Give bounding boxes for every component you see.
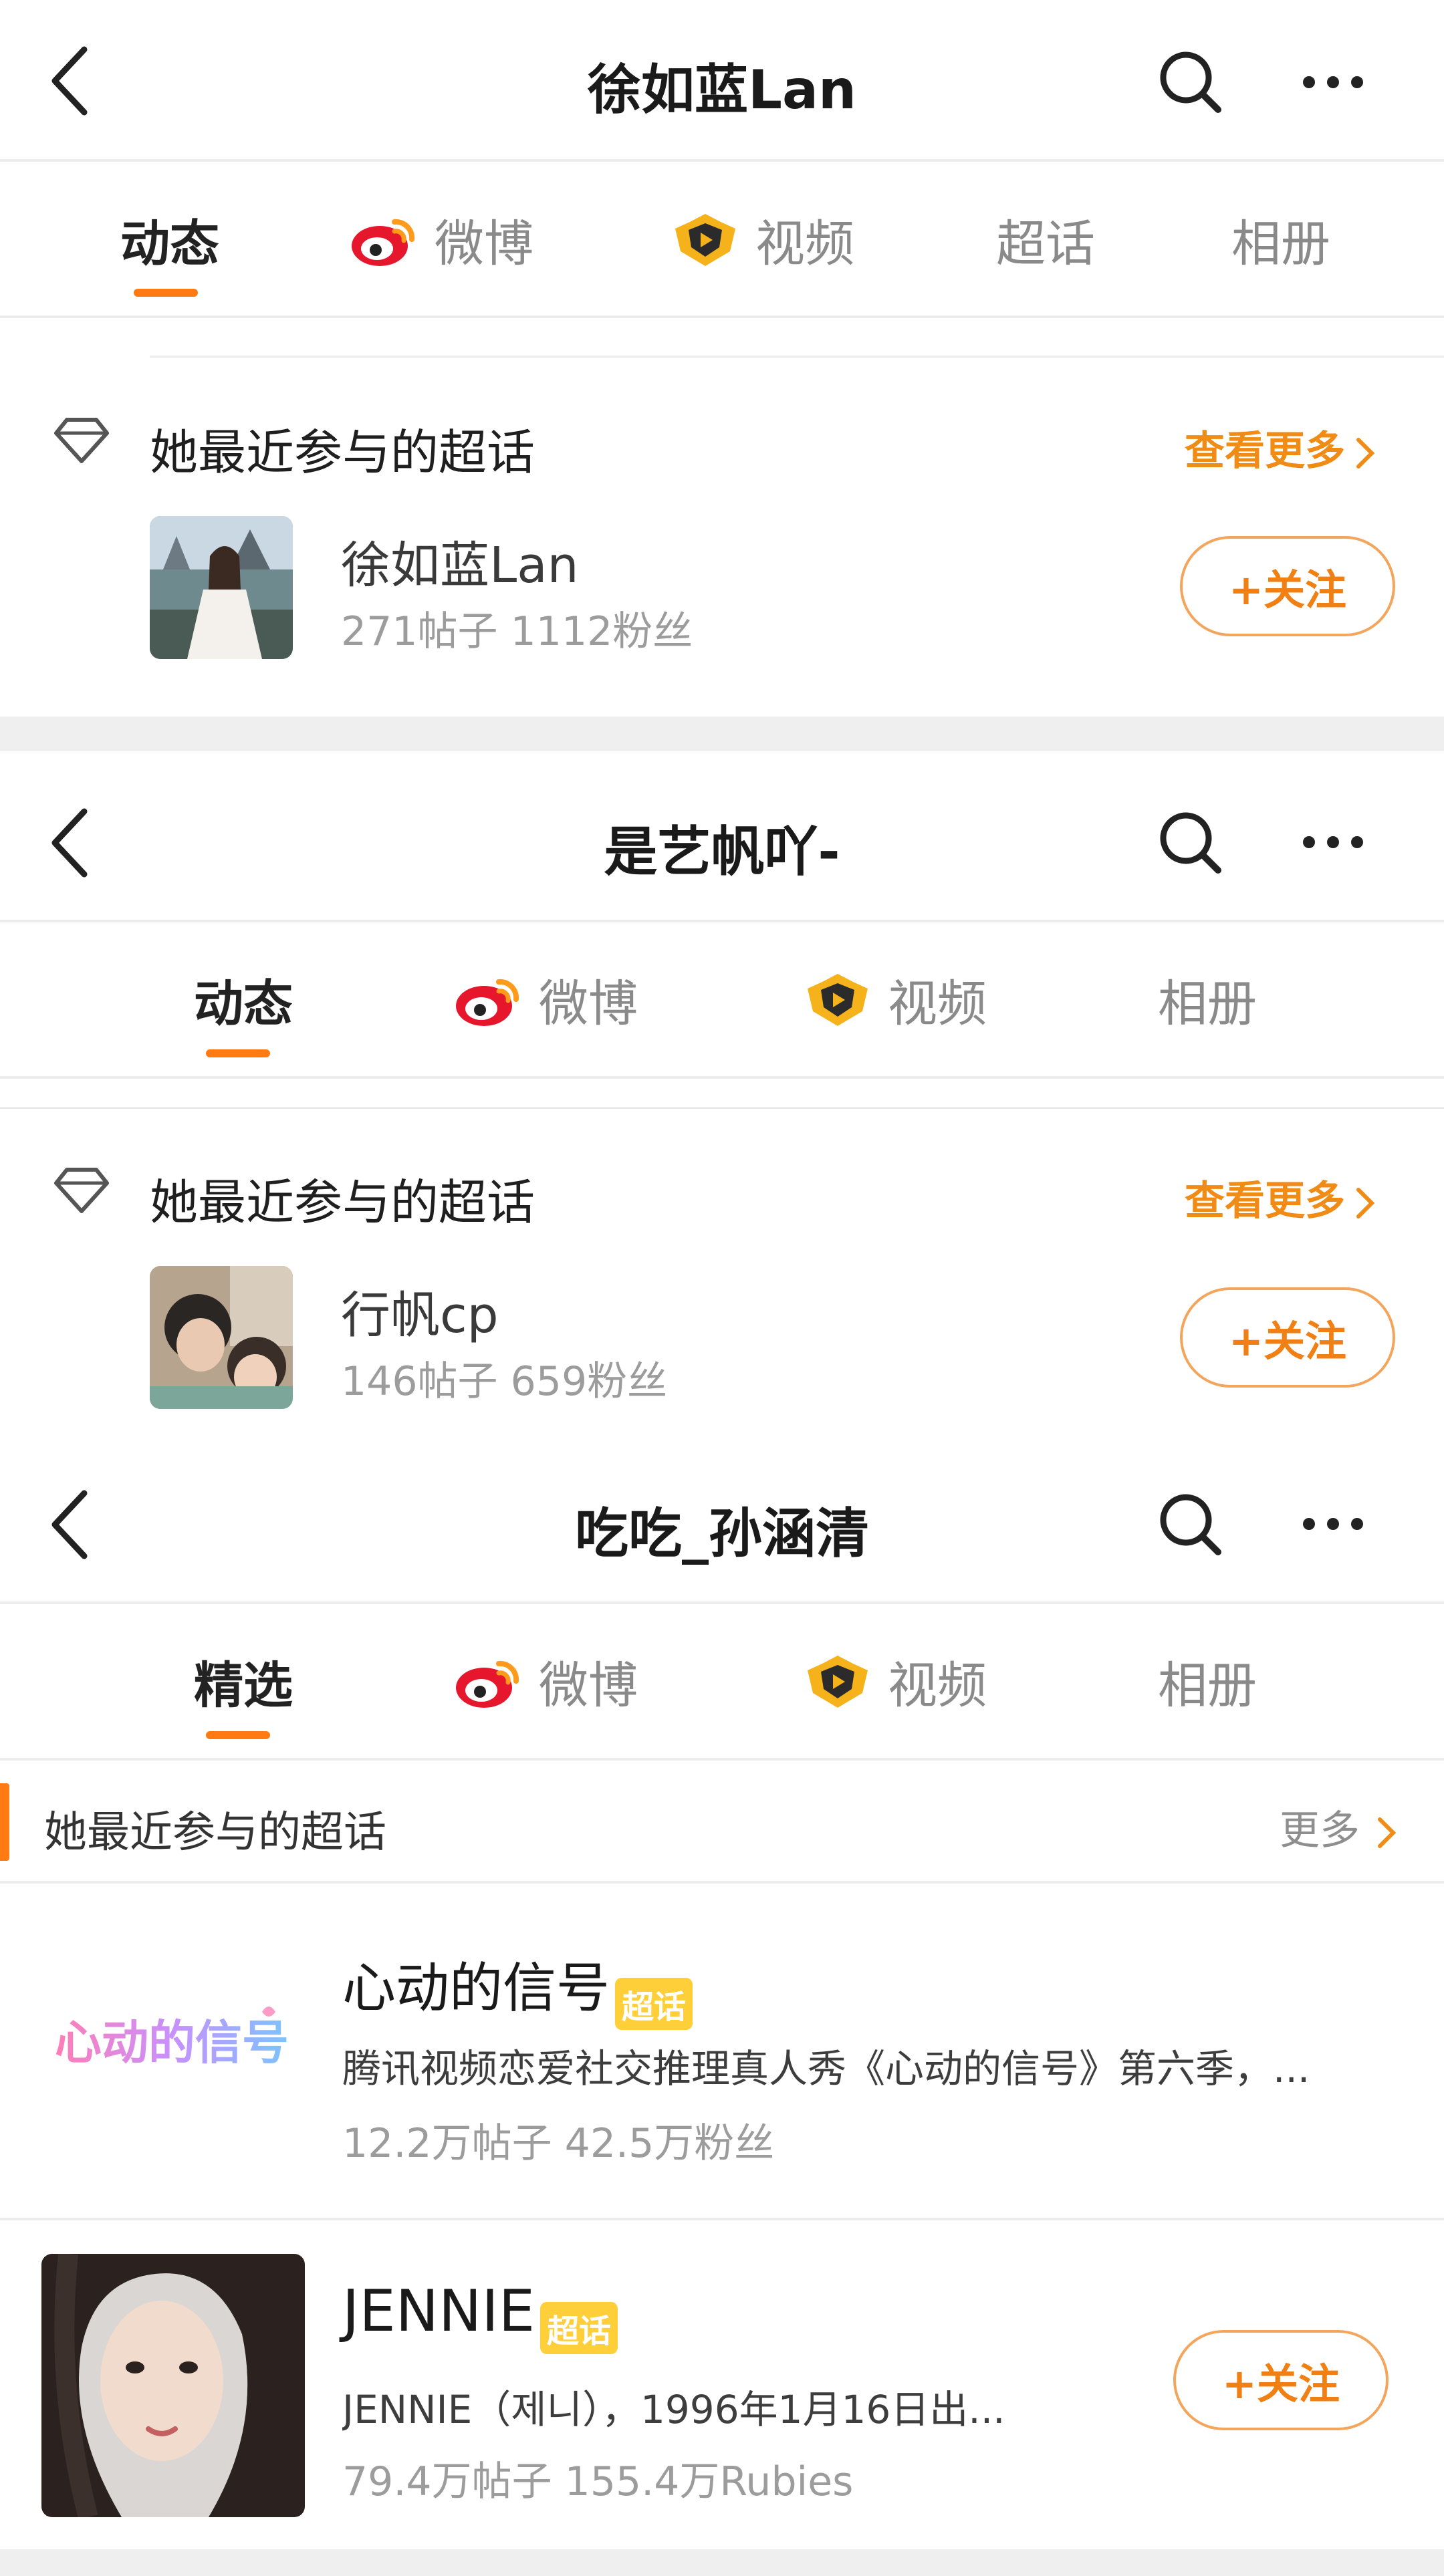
supertopic-tag: 超话 [615,1977,693,2030]
supertopic-thumbnail[interactable] [150,1266,293,1409]
svg-text:心动的信号: 心动的信号 [55,2015,289,2070]
tabs-divider [0,1758,1444,1761]
item-name-row[interactable]: JENNIE 超话 [342,2278,618,2354]
video-icon [808,973,868,1026]
follow-button[interactable]: +关注 [1180,536,1395,636]
screenshot-gap [0,717,1444,751]
supertopic-name: 心动的信号 [342,1957,610,2019]
supertopic-description: JENNIE（제니），1996年1月16日出... [342,2387,1005,2432]
page-title: 徐如蓝Lan [588,59,856,121]
item-name-row[interactable]: 心动的信号 超话 [342,1945,693,2030]
tabs-divider [0,315,1444,318]
tab-album[interactable]: 相册 [1158,964,1257,1035]
tab-dynamic[interactable]: 动态 [194,964,293,1035]
header-divider [0,159,1444,162]
video-icon [808,1655,868,1708]
more-icon[interactable] [1300,72,1366,92]
supertopic-stats: 79.4万帖子 155.4万Rubies [342,2458,854,2505]
video-icon [675,213,735,266]
supertopic-thumbnail[interactable] [41,2254,305,2517]
search-icon[interactable] [1157,48,1223,115]
more-link[interactable]: 更多 [1280,1798,1400,1856]
weibo-icon [456,979,519,1026]
page-title: 吃吃_孙涵清 [575,1503,869,1565]
weibo-icon [352,219,415,266]
page-title: 是艺帆吖- [604,821,840,883]
supertopic-tag: 超话 [540,2301,618,2354]
supertopic-name[interactable]: 行帆cp [341,1275,499,1347]
search-icon[interactable] [1157,1491,1223,1557]
header-divider [0,920,1444,922]
supertopic-stats: 271帖子 1112粉丝 [341,608,693,655]
tab-video[interactable]: 视频 [669,204,854,275]
tab-supertopic[interactable]: 超话 [996,204,1095,275]
chevron-right-icon [1356,438,1375,469]
tab-dynamic[interactable]: 动态 [120,204,219,275]
tab-weibo[interactable]: 微博 [452,1646,638,1717]
section-title: 她最近参与的超话 [44,1808,386,1857]
section-divider [0,1881,1444,1884]
view-more-link[interactable]: 查看更多 [1185,418,1378,477]
diamond-icon [54,1168,109,1213]
supertopic-logo[interactable]: 心动的信号 [41,1912,302,2172]
supertopic-name: JENNIE [342,2278,535,2345]
tab-weibo[interactable]: 微博 [348,204,533,275]
bottom-bar [0,2549,1444,2576]
tab-video[interactable]: 视频 [801,1646,987,1717]
chevron-right-icon [1356,1188,1375,1219]
section-title: 她最近参与的超话 [150,424,535,481]
search-icon[interactable] [1157,809,1223,876]
active-tab-indicator [206,1731,270,1739]
section-accent-bar [0,1783,9,1861]
section-separator [150,356,1444,358]
more-icon[interactable] [1300,1514,1366,1534]
tab-featured[interactable]: 精选 [194,1646,293,1717]
supertopic-thumbnail[interactable] [150,516,293,659]
follow-button[interactable]: +关注 [1180,1287,1395,1388]
supertopic-description: 腾讯视频恋爱社交推理真人秀《心动的信号》第六季，... [342,2046,1310,2091]
tabs-divider [0,1076,1444,1079]
supertopic-stats: 12.2万帖子 42.5万粉丝 [342,2120,775,2167]
section-separator [0,1107,1444,1109]
more-icon[interactable] [1300,832,1366,852]
diamond-icon [54,418,109,463]
supertopic-name[interactable]: 徐如蓝Lan [341,525,578,597]
supertopic-stats: 146帖子 659粉丝 [341,1358,668,1405]
item-divider [0,2218,1444,2220]
view-more-link[interactable]: 查看更多 [1185,1168,1378,1227]
follow-button[interactable]: +关注 [1173,2330,1389,2430]
header-divider [0,1601,1444,1604]
tab-album[interactable]: 相册 [1231,204,1330,275]
tab-album[interactable]: 相册 [1158,1646,1257,1717]
active-tab-indicator [134,289,198,297]
tab-video[interactable]: 视频 [801,964,987,1035]
tab-weibo[interactable]: 微博 [452,964,638,1035]
chevron-right-icon [1378,1817,1397,1849]
section-title: 她最近参与的超话 [150,1174,535,1231]
active-tab-indicator [206,1049,270,1057]
weibo-icon [456,1660,519,1708]
